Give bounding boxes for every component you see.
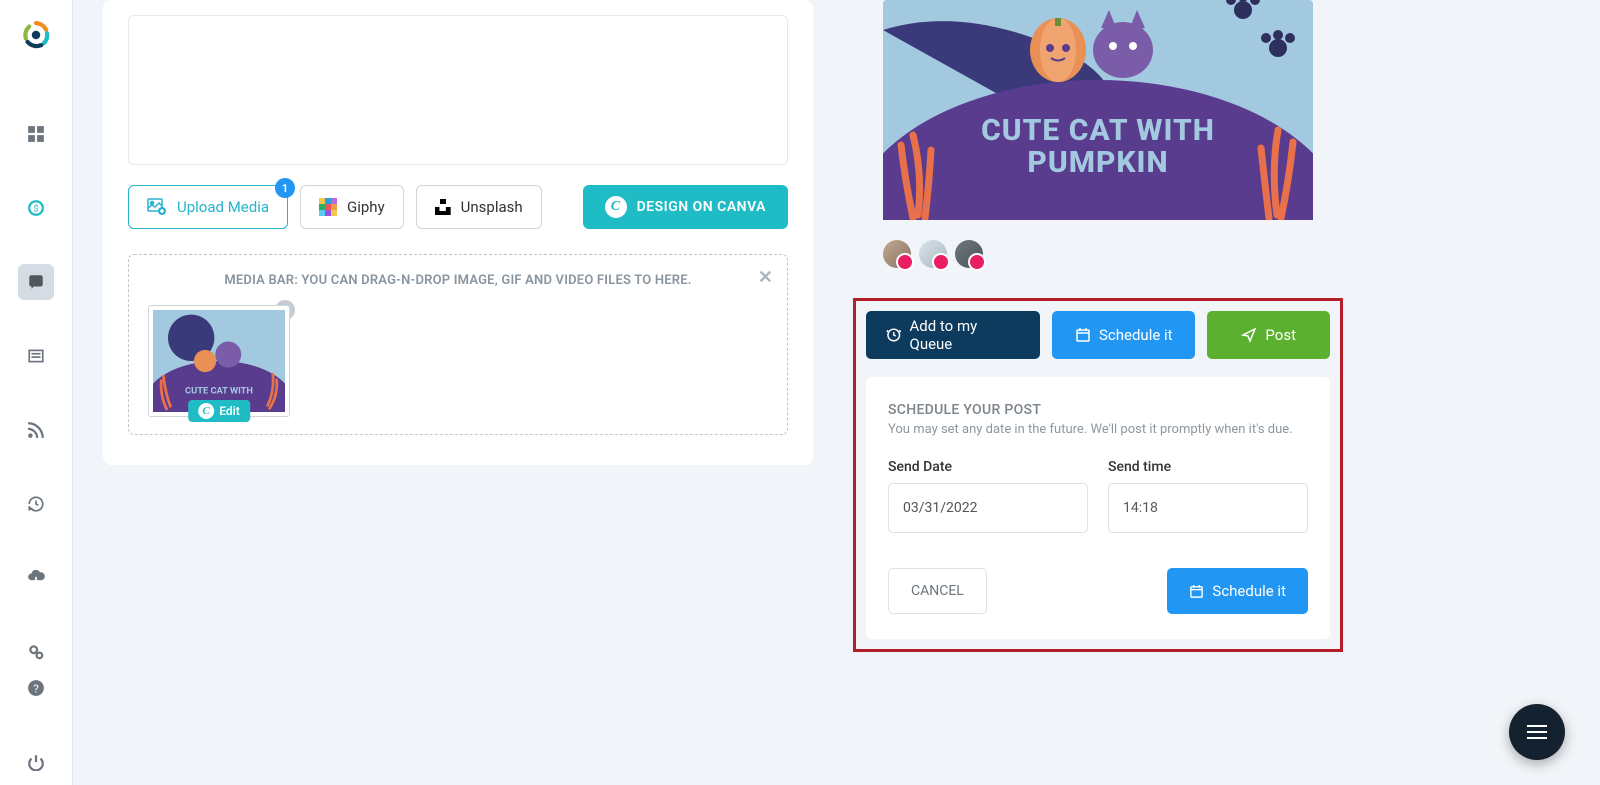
avatar[interactable] <box>919 240 947 268</box>
app-logo <box>19 18 53 56</box>
composer-card: Upload Media 1 Giphy Unsplash C <box>103 0 813 465</box>
cloud-download-icon <box>27 569 45 587</box>
help-nav[interactable]: ? <box>18 670 54 706</box>
hamburger-icon <box>1527 725 1547 739</box>
post-preview: CUTE CAT WITH PUMPKIN <box>883 0 1313 268</box>
history-nav[interactable] <box>18 486 54 522</box>
canva-icon: C <box>198 403 214 419</box>
upload-media-button[interactable]: Upload Media 1 <box>128 185 288 229</box>
queue-icon <box>886 327 902 343</box>
svg-text:?: ? <box>33 683 38 696</box>
unsplash-button[interactable]: Unsplash <box>416 185 542 229</box>
schedule-form: SCHEDULE YOUR POST You may set any date … <box>866 377 1330 639</box>
calendar-icon <box>1189 584 1204 599</box>
svg-text:CUTE CAT WITH: CUTE CAT WITH <box>981 113 1215 148</box>
settings-nav[interactable] <box>18 634 54 670</box>
gears-icon <box>27 643 45 661</box>
send-date-label: Send Date <box>888 459 1088 475</box>
schedule-heading: SCHEDULE YOUR POST <box>888 402 1308 418</box>
floating-menu-button[interactable] <box>1509 704 1565 760</box>
composer-textarea[interactable] <box>128 15 788 165</box>
upload-count-badge: 1 <box>275 178 295 198</box>
schedule-it-tab[interactable]: Schedule it <box>1052 311 1195 359</box>
send-time-input[interactable] <box>1108 483 1308 533</box>
schedule-subtext: You may set any date in the future. We'l… <box>888 422 1308 437</box>
billing-nav[interactable]: $ <box>18 190 54 226</box>
media-bar-close-icon[interactable]: ✕ <box>758 267 773 288</box>
thumbnail-image: CUTE CAT WITH <box>153 310 285 412</box>
avatar[interactable] <box>883 240 911 268</box>
sidebar: $ ? <box>0 0 73 785</box>
design-on-canva-button[interactable]: C DESIGN ON CANVA <box>583 185 788 229</box>
power-icon <box>27 753 45 771</box>
compose-nav[interactable] <box>18 264 54 300</box>
power-nav[interactable] <box>18 744 54 780</box>
grid-icon <box>27 125 45 143</box>
thumbnail-edit-button[interactable]: C Edit <box>188 400 250 422</box>
send-icon <box>1241 327 1257 343</box>
help-icon: ? <box>27 679 45 697</box>
compose-icon <box>27 273 45 291</box>
history-icon <box>27 495 45 513</box>
calendar-icon <box>1075 327 1091 343</box>
giphy-icon <box>319 198 337 216</box>
media-bar-title: MEDIA BAR: YOU CAN DRAG-N-DROP IMAGE, GI… <box>149 273 767 288</box>
cancel-button[interactable]: CANCEL <box>888 568 987 614</box>
svg-text:CUTE CAT WITH: CUTE CAT WITH <box>185 385 253 396</box>
svg-text:$: $ <box>33 203 38 214</box>
send-time-label: Send time <box>1108 459 1308 475</box>
canva-icon: C <box>605 196 627 218</box>
rss-nav[interactable] <box>18 412 54 448</box>
add-to-queue-button[interactable]: Add to my Queue <box>866 311 1040 359</box>
unsplash-icon <box>435 199 451 215</box>
newspaper-icon <box>27 347 45 365</box>
media-thumbnail[interactable]: ✕ CUTE CAT WITH <box>149 306 289 416</box>
dollar-gear-icon: $ <box>27 199 45 217</box>
post-now-button[interactable]: Post <box>1207 311 1330 359</box>
account-avatars <box>883 240 1313 268</box>
download-nav[interactable] <box>18 560 54 596</box>
avatar[interactable] <box>955 240 983 268</box>
preview-image: CUTE CAT WITH PUMPKIN <box>883 0 1313 220</box>
media-bar[interactable]: ✕ MEDIA BAR: YOU CAN DRAG-N-DROP IMAGE, … <box>128 254 788 435</box>
dashboard-nav[interactable] <box>18 116 54 152</box>
svg-text:PUMPKIN: PUMPKIN <box>1027 145 1168 180</box>
news-nav[interactable] <box>18 338 54 374</box>
schedule-submit-button[interactable]: Schedule it <box>1167 568 1308 614</box>
image-upload-icon <box>147 198 167 216</box>
send-date-input[interactable] <box>888 483 1088 533</box>
rss-icon <box>27 421 45 439</box>
giphy-button[interactable]: Giphy <box>300 185 404 229</box>
scheduling-panel-highlight: Add to my Queue Schedule it Post SCHEDUL… <box>853 298 1343 652</box>
